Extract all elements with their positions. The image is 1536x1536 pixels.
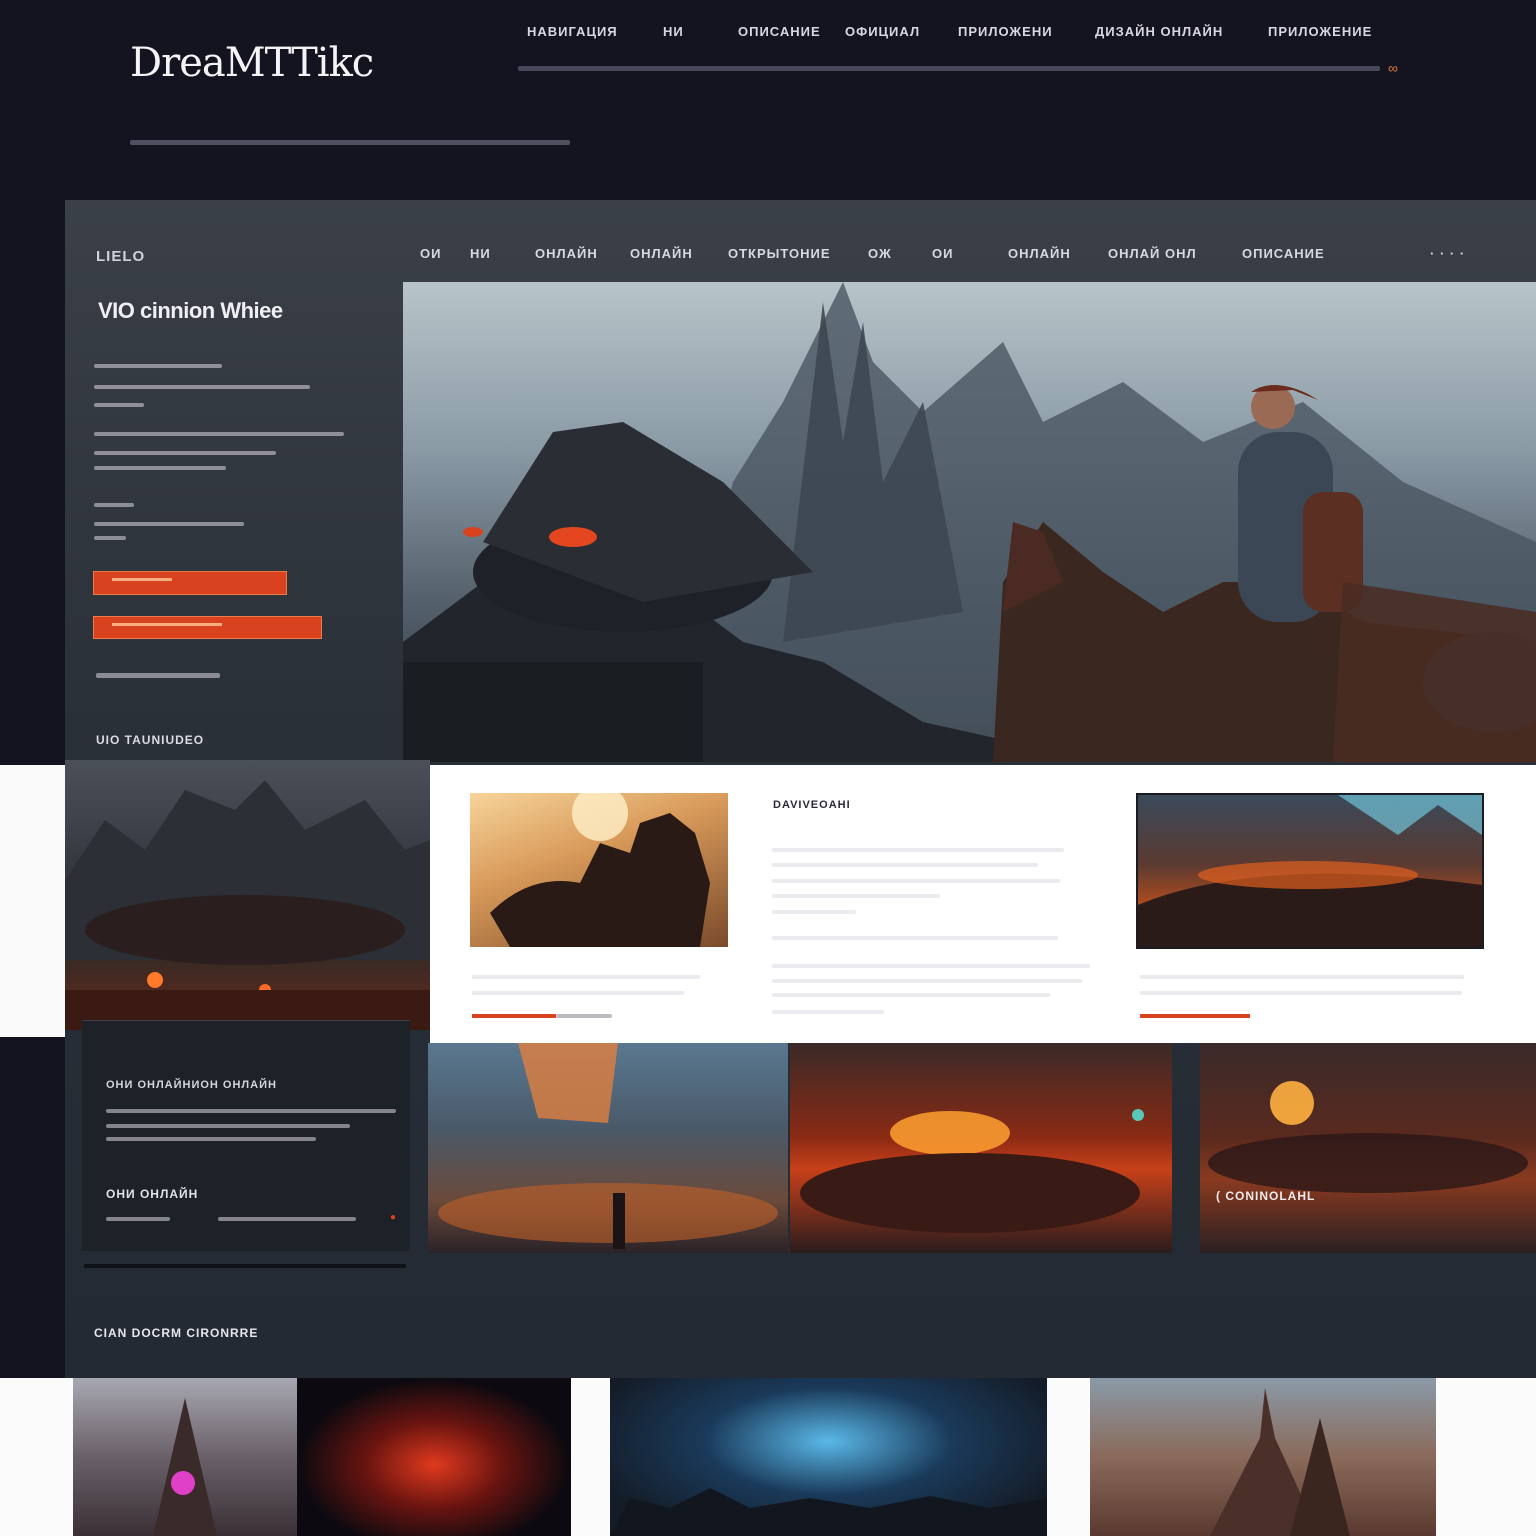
- secondary-button[interactable]: [93, 616, 322, 639]
- riders-image: [470, 793, 728, 947]
- hero-image: [403, 282, 1536, 762]
- card-accent-bar-2: [1140, 1014, 1250, 1018]
- gallery-image-3[interactable]: ( CONINOLAHL: [1200, 1043, 1536, 1253]
- logo-title[interactable]: DreaMTTikc: [130, 40, 374, 86]
- thumb-fire[interactable]: [297, 1378, 571, 1536]
- panel-nav-item[interactable]: ОНЛАЙ ОНЛ: [1108, 246, 1197, 261]
- panel-nav-item[interactable]: ОТКРЫТОНИЕ: [728, 246, 831, 261]
- battle-scene-image: [65, 760, 430, 1030]
- panel-nav-item[interactable]: ОНЛАЙН: [1008, 246, 1071, 261]
- card-accent-bar: [472, 1014, 556, 1018]
- panel-nav-item[interactable]: ОНЛАЙН: [630, 246, 693, 261]
- top-nav-item[interactable]: ОПИСАНИЕ: [738, 24, 821, 39]
- divider: [84, 1264, 406, 1268]
- card-label: DAVIVEOAHI: [773, 799, 851, 811]
- thumb-temple[interactable]: [73, 1378, 297, 1536]
- volcano-image: [1136, 793, 1484, 949]
- story-title: ОНИ ОНЛАЙНИОН ОНЛАЙН: [106, 1079, 277, 1091]
- top-nav-item[interactable]: ПРИЛОЖЕНИ: [958, 24, 1053, 39]
- panel-nav-item[interactable]: ОНЛАЙН: [535, 246, 598, 261]
- gallery-caption: ( CONINOLAHL: [1216, 1189, 1316, 1203]
- gallery-image-2[interactable]: [790, 1043, 1172, 1253]
- dot-icon: ●: [390, 1212, 397, 1223]
- top-nav-item[interactable]: ДИЗАЙН ОНЛАЙН: [1095, 24, 1223, 39]
- site-header: DreaMTTikc НАВИГАЦИЯ НИ ОПИСАНИЕ ОФИЦИАЛ…: [0, 0, 1536, 200]
- top-nav-item[interactable]: ПРИЛОЖЕНИЕ: [1268, 24, 1372, 39]
- content-card: DAVIVEOAHI: [430, 765, 1536, 1043]
- thumb-portal[interactable]: [610, 1378, 1047, 1536]
- panel-nav-item[interactable]: ОИ: [420, 246, 441, 261]
- thumb-castle[interactable]: [1090, 1378, 1436, 1536]
- panel-nav-item[interactable]: НИ: [470, 246, 491, 261]
- top-nav-item[interactable]: ОФИЦИАЛ: [845, 24, 920, 39]
- link-icon[interactable]: ∞: [1388, 60, 1398, 76]
- panel-brand[interactable]: LIELO: [96, 248, 145, 265]
- panel-heading: VIO cinnion Whiee: [98, 298, 283, 323]
- section-title: CIAN DOCRM CIRONRRE: [94, 1326, 259, 1340]
- top-nav-item[interactable]: НИ: [663, 24, 684, 39]
- more-icon[interactable]: · · · ·: [1430, 246, 1465, 261]
- top-nav-item[interactable]: НАВИГАЦИЯ: [527, 24, 618, 39]
- panel-nav-item[interactable]: ОЖ: [868, 246, 892, 261]
- left-white-tab: [0, 765, 65, 1037]
- links-title: UIO TAUNIUDEO: [96, 733, 205, 747]
- story-card: ОНИ ОНЛАЙНИОН ОНЛАЙН ОНИ ОНЛАЙН ●: [82, 1020, 410, 1251]
- story-link[interactable]: ОНИ ОНЛАЙН: [106, 1187, 198, 1201]
- primary-button[interactable]: [93, 571, 287, 595]
- hero-illustration: [403, 282, 1536, 762]
- panel-nav-item[interactable]: ОИ: [932, 246, 953, 261]
- panel-nav-item[interactable]: ОПИСАНИЕ: [1242, 246, 1325, 261]
- gallery-image-1[interactable]: [428, 1043, 788, 1253]
